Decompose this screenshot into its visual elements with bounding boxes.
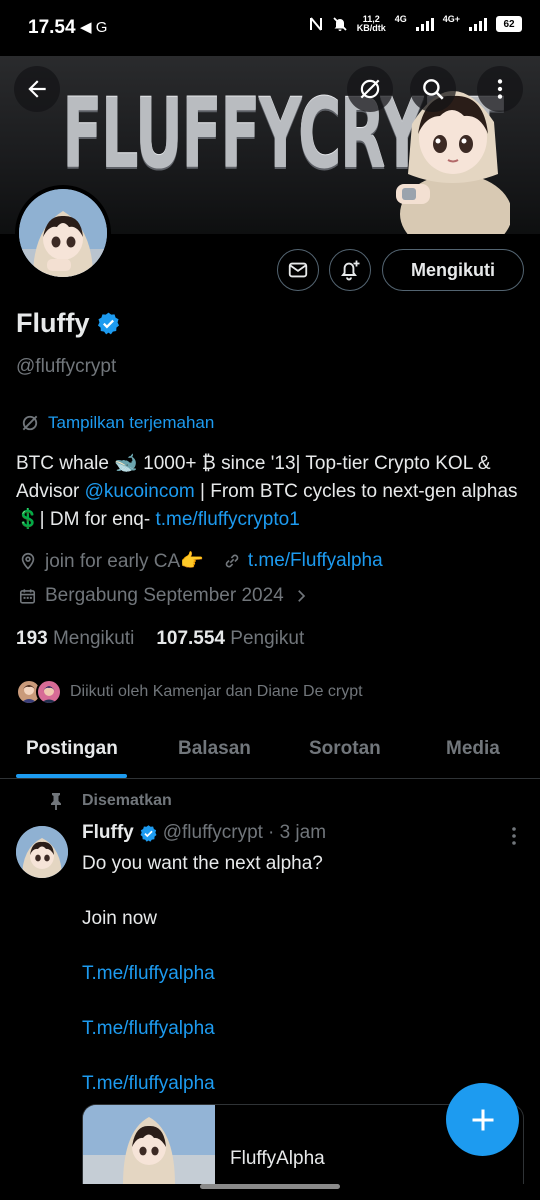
bell-plus-icon <box>341 260 360 281</box>
translate-off-icon <box>22 415 38 431</box>
follow-stats: 193 Mengikuti 107.554 Pengikut <box>16 628 304 650</box>
chevron-right-icon <box>297 590 305 602</box>
bio-mention-link[interactable]: @kucoincom <box>85 481 195 502</box>
show-translation-link[interactable]: Tampilkan terjemahan <box>20 413 214 433</box>
mute-icon <box>333 17 347 31</box>
profile-tabs: Postingan Balasan Sorotan Media <box>0 724 540 779</box>
status-right-icons: 11,2 KB/dtk 4G 4G+ 62 <box>309 14 522 33</box>
post-author-avatar[interactable] <box>16 826 68 878</box>
more-vertical-icon <box>497 79 503 99</box>
following-button[interactable]: Mengikuti <box>382 249 524 291</box>
joined-row[interactable]: Bergabung September 2024 <box>18 585 310 607</box>
profile-website-link[interactable]: t.me/Fluffyalpha <box>248 550 383 572</box>
followed-by-row[interactable]: Diikuti oleh Kamenjar dan Diane De crypt <box>16 679 363 705</box>
translate-off-icon <box>360 79 380 99</box>
status-time: 17.54 <box>28 17 76 38</box>
post-link-1[interactable]: T.me/fluffyalpha <box>82 960 323 988</box>
profile-name-row: Fluffy <box>16 308 121 339</box>
post-time: · 3 jam <box>267 822 327 843</box>
notifications-button[interactable] <box>329 249 371 291</box>
translate-label: Tampilkan terjemahan <box>48 413 215 432</box>
profile-joined-date: Bergabung September 2024 <box>45 585 284 606</box>
plus-icon <box>472 1109 493 1130</box>
post-link-2[interactable]: T.me/fluffyalpha <box>82 1015 323 1043</box>
pin-icon <box>51 793 61 810</box>
translate-toggle-button[interactable] <box>347 66 393 112</box>
home-indicator[interactable] <box>200 1184 340 1189</box>
profile-location: join for early CA👉 <box>45 551 204 572</box>
status-bar: 17.54 ◀ G 11,2 KB/dtk 4G 4G+ 62 <box>0 0 540 56</box>
post-line-2: Join now <box>82 908 157 929</box>
bio-telegram-link[interactable]: t.me/fluffycrypto1 <box>155 509 299 530</box>
post-more-icon[interactable] <box>508 826 520 846</box>
avatar-illustration <box>19 189 107 277</box>
network-type-1: 4G <box>394 14 407 24</box>
pinned-label: Disematkan <box>82 792 172 809</box>
link-icon <box>225 554 239 568</box>
following-count: 193 <box>16 628 48 649</box>
followed-by-avatars <box>16 679 62 705</box>
tab-highlights[interactable]: Sorotan <box>309 738 381 760</box>
nfc-icon <box>309 17 322 31</box>
signal-icon-2 <box>469 17 487 31</box>
pinned-indicator: Disematkan <box>48 792 172 810</box>
post-header: Fluffy @fluffycrypt · 3 jam <box>82 822 326 844</box>
tab-media[interactable]: Media <box>446 738 500 760</box>
card-thumbnail <box>83 1105 215 1184</box>
follower-avatar <box>36 679 62 705</box>
signal-icon <box>415 17 434 31</box>
network-type-2: 4G+ <box>442 14 460 24</box>
followers-stat[interactable]: 107.554 Pengikut <box>156 628 304 650</box>
post-line-1: Do you want the next alpha? <box>82 853 323 874</box>
followed-by-text: Diikuti oleh Kamenjar dan Diane De crypt <box>70 683 363 700</box>
profile-avatar[interactable] <box>15 185 111 281</box>
compose-post-button[interactable] <box>446 1083 519 1156</box>
followers-label: Pengikut <box>230 628 305 649</box>
verified-badge-icon <box>140 824 157 842</box>
following-label: Mengikuti <box>52 628 135 649</box>
active-tab-indicator <box>16 774 127 778</box>
followers-count: 107.554 <box>156 628 225 649</box>
post-avatar-illustration <box>16 826 68 878</box>
post-author-handle: @fluffycrypt <box>162 822 263 843</box>
envelope-icon <box>288 262 308 278</box>
battery-icon: 62 <box>496 16 522 32</box>
back-arrow-icon <box>28 80 46 98</box>
profile-bio: BTC whale 🐋 1000+ ₿ since '13| Top-tier … <box>16 450 521 534</box>
profile-meta-row: join for early CA👉 t.me/Fluffyalpha <box>18 549 383 573</box>
verified-badge-icon[interactable] <box>96 311 121 336</box>
tab-replies[interactable]: Balasan <box>178 738 251 760</box>
profile-name: Fluffy <box>16 308 90 338</box>
calendar-icon <box>19 588 36 604</box>
post-link-3[interactable]: T.me/fluffyalpha <box>82 1070 323 1098</box>
following-stat[interactable]: 193 Mengikuti <box>16 628 134 650</box>
profile-handle: @fluffycrypt <box>16 356 117 377</box>
back-button[interactable] <box>14 66 60 112</box>
location-pin-icon <box>21 552 35 570</box>
search-button[interactable] <box>410 66 456 112</box>
message-button[interactable] <box>277 249 319 291</box>
speed-unit: KB/dtk <box>356 23 386 33</box>
status-left-icons: ◀ G <box>80 19 108 36</box>
data-speed: 11,2 KB/dtk <box>357 15 386 33</box>
card-title: FluffyAlpha <box>230 1148 325 1169</box>
tab-posts[interactable]: Postingan <box>26 738 118 760</box>
post-author-name[interactable]: Fluffy <box>82 822 134 844</box>
post-body: Do you want the next alpha? Join now T.m… <box>82 850 323 1125</box>
more-options-button[interactable] <box>477 66 523 112</box>
search-icon <box>423 79 444 100</box>
